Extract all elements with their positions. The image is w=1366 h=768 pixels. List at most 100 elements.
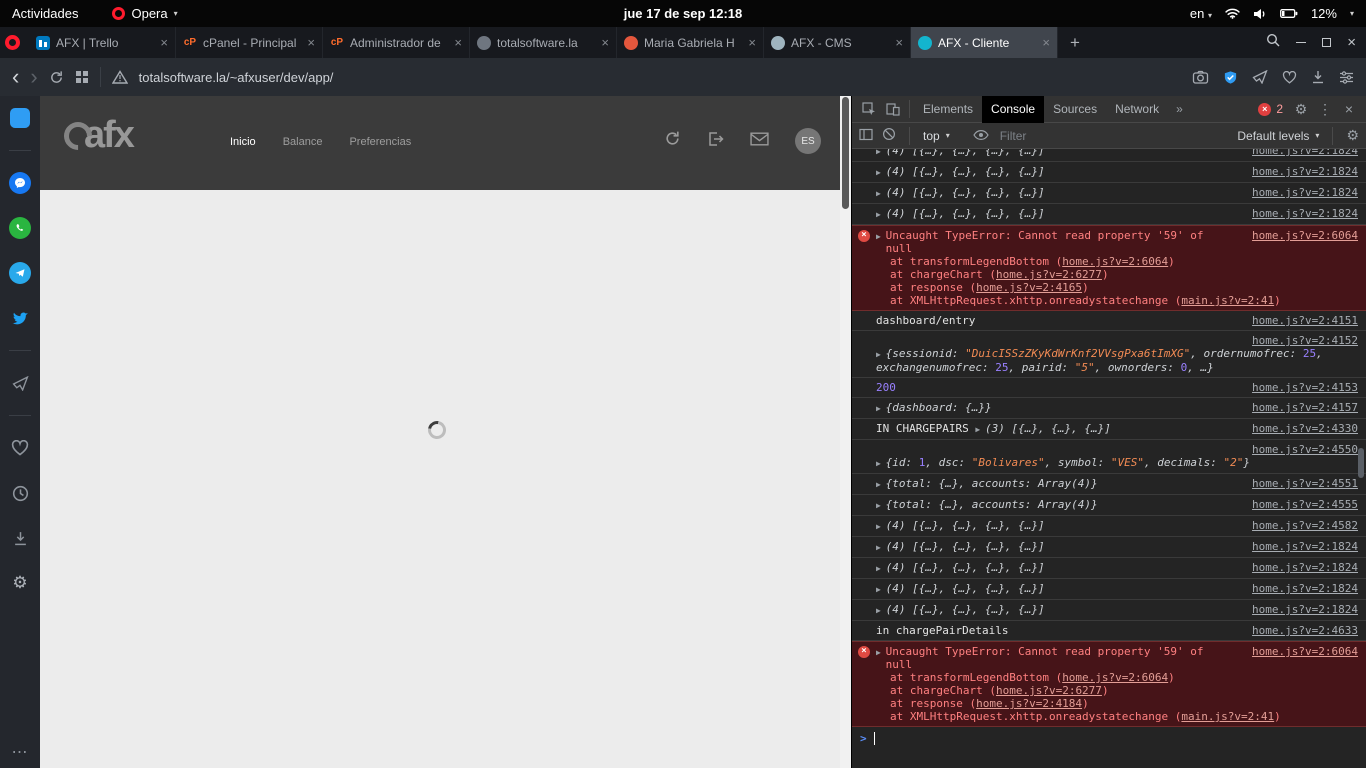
source-location-link[interactable]: home.js?v=2:4151 (1252, 314, 1358, 327)
sidebar-setup-icon[interactable] (1339, 71, 1354, 84)
source-location-link[interactable]: home.js?v=2:1824 (1252, 207, 1358, 220)
console-sidebar-toggle-icon[interactable] (859, 128, 873, 144)
log-levels-selector[interactable]: Default levels ▾ (1237, 129, 1319, 143)
expand-arrow-icon[interactable]: ▶ (876, 232, 886, 241)
expand-arrow-icon[interactable]: ▶ (876, 168, 886, 177)
nav-preferencias[interactable]: Preferencias (349, 136, 411, 148)
tab-close-button[interactable]: × (748, 36, 756, 49)
source-location-link[interactable]: home.js?v=2:1824 (1252, 149, 1358, 157)
app-menu-button[interactable]: Opera ▾ (112, 6, 177, 21)
my-flow-icon[interactable] (7, 370, 33, 396)
user-avatar[interactable]: ES (795, 128, 821, 154)
expand-arrow-icon[interactable]: ▶ (876, 149, 886, 156)
browser-tab[interactable]: Maria Gabriela H× (617, 27, 764, 58)
source-location-link[interactable]: home.js?v=2:4555 (1252, 498, 1358, 511)
bookmarks-heart-icon[interactable] (7, 435, 33, 461)
back-button[interactable]: ‹ (12, 67, 19, 87)
devtools-kebab-menu-icon[interactable]: ⋮ (1313, 97, 1337, 121)
refresh-icon[interactable] (664, 130, 681, 152)
sidebar-settings-gear-icon[interactable]: ⚙ (7, 570, 33, 596)
telegram-icon[interactable] (7, 260, 33, 286)
devtools-tab-elements[interactable]: Elements (914, 96, 982, 123)
adblock-shield-icon[interactable] (1223, 70, 1238, 85)
browser-tab[interactable]: cPAdministrador de× (323, 27, 470, 58)
forward-button[interactable]: › (30, 67, 37, 87)
new-tab-button[interactable]: + (1058, 33, 1092, 53)
browser-tab[interactable]: AFX - CMS× (764, 27, 911, 58)
source-location-link[interactable]: home.js?v=2:6064 (1252, 229, 1358, 242)
expand-arrow-icon[interactable]: ▶ (876, 459, 886, 468)
devtools-settings-gear-icon[interactable]: ⚙ (1289, 97, 1313, 121)
source-location-link[interactable]: home.js?v=2:1824 (1252, 582, 1358, 595)
browser-tab[interactable]: cPcPanel - Principal× (176, 27, 323, 58)
source-location-link[interactable]: home.js?v=2:6064 (1062, 671, 1168, 684)
browser-tab[interactable]: totalsoftware.la× (470, 27, 617, 58)
search-tabs-icon[interactable] (1266, 33, 1280, 52)
logout-icon[interactable] (707, 131, 724, 152)
tab-close-button[interactable]: × (160, 36, 168, 49)
activities-button[interactable]: Actividades (12, 6, 78, 21)
source-location-link[interactable]: home.js?v=2:4157 (1252, 401, 1358, 414)
expand-arrow-icon[interactable]: ▶ (876, 522, 886, 531)
expand-arrow-icon[interactable]: ▶ (876, 350, 886, 359)
expand-arrow-icon[interactable]: ▶ (876, 501, 886, 510)
clear-console-icon[interactable] (882, 127, 896, 144)
clock[interactable]: jue 17 de sep 12:18 (624, 6, 743, 21)
source-location-link[interactable]: home.js?v=2:4153 (1252, 381, 1358, 394)
window-close-button[interactable]: × (1347, 35, 1356, 50)
source-location-link[interactable]: home.js?v=2:4582 (1252, 519, 1358, 532)
window-maximize-button[interactable] (1322, 38, 1331, 47)
expand-arrow-icon[interactable]: ▶ (876, 543, 886, 552)
console-prompt[interactable]: > (852, 727, 1366, 750)
source-location-link[interactable]: main.js?v=2:41 (1181, 294, 1274, 307)
source-location-link[interactable]: home.js?v=2:1824 (1252, 603, 1358, 616)
expand-arrow-icon[interactable]: ▶ (876, 189, 886, 198)
devtools-tab-sources[interactable]: Sources (1044, 96, 1106, 123)
speed-dial-grid-icon[interactable] (75, 70, 89, 84)
source-location-link[interactable]: home.js?v=2:1824 (1252, 165, 1358, 178)
opera-browser-logo-icon[interactable] (5, 35, 20, 50)
expand-arrow-icon[interactable]: ▶ (876, 648, 886, 657)
source-location-link[interactable]: home.js?v=2:4184 (976, 697, 1082, 710)
source-location-link[interactable]: home.js?v=2:4550 (1252, 443, 1358, 456)
source-location-link[interactable]: home.js?v=2:4152 (1252, 334, 1358, 347)
live-expression-eye-icon[interactable] (973, 129, 989, 143)
nav-balance[interactable]: Balance (283, 136, 323, 148)
keyboard-layout-indicator[interactable]: en ▾ (1190, 6, 1212, 21)
wifi-icon[interactable] (1225, 8, 1240, 19)
console-scrollbar-thumb[interactable] (1358, 448, 1364, 478)
afx-logo[interactable]: afx (64, 114, 133, 157)
more-panels-button[interactable]: » (1168, 102, 1191, 116)
source-location-link[interactable]: home.js?v=2:4633 (1252, 624, 1358, 637)
window-minimize-button[interactable] (1296, 42, 1306, 43)
javascript-context-selector[interactable]: top ▾ (923, 129, 950, 143)
page-scrollbar[interactable] (840, 96, 851, 768)
devtools-tab-console[interactable]: Console (982, 96, 1044, 123)
browser-tab[interactable]: AFX | Trello× (29, 27, 176, 58)
twitter-icon[interactable] (7, 305, 33, 331)
whatsapp-icon[interactable] (7, 215, 33, 241)
console-filter-input[interactable] (998, 128, 1148, 144)
device-toolbar-icon[interactable] (881, 97, 905, 121)
source-location-link[interactable]: main.js?v=2:41 (1181, 710, 1274, 723)
sidebar-more-icon[interactable]: ⋯ (12, 742, 29, 762)
scrollbar-thumb[interactable] (842, 97, 849, 209)
source-location-link[interactable]: home.js?v=2:6064 (1062, 255, 1168, 268)
source-location-link[interactable]: home.js?v=2:4165 (976, 281, 1082, 294)
site-security-warning-icon[interactable] (112, 70, 128, 84)
source-location-link[interactable]: home.js?v=2:1824 (1252, 561, 1358, 574)
expand-arrow-icon[interactable]: ▶ (876, 585, 886, 594)
source-location-link[interactable]: home.js?v=2:4330 (1252, 422, 1358, 435)
tab-close-button[interactable]: × (1042, 36, 1050, 49)
source-location-link[interactable]: home.js?v=2:6277 (996, 268, 1102, 281)
snapshot-camera-icon[interactable] (1192, 70, 1209, 84)
expand-arrow-icon[interactable]: ▶ (876, 404, 886, 413)
devtools-tab-network[interactable]: Network (1106, 96, 1168, 123)
history-clock-icon[interactable] (7, 480, 33, 506)
reload-button[interactable] (49, 70, 64, 85)
devtools-close-icon[interactable]: × (1337, 97, 1361, 121)
source-location-link[interactable]: home.js?v=2:4551 (1252, 477, 1358, 490)
expand-arrow-icon[interactable]: ▶ (876, 480, 886, 489)
tab-close-button[interactable]: × (307, 36, 315, 49)
downloads-icon[interactable] (7, 525, 33, 551)
